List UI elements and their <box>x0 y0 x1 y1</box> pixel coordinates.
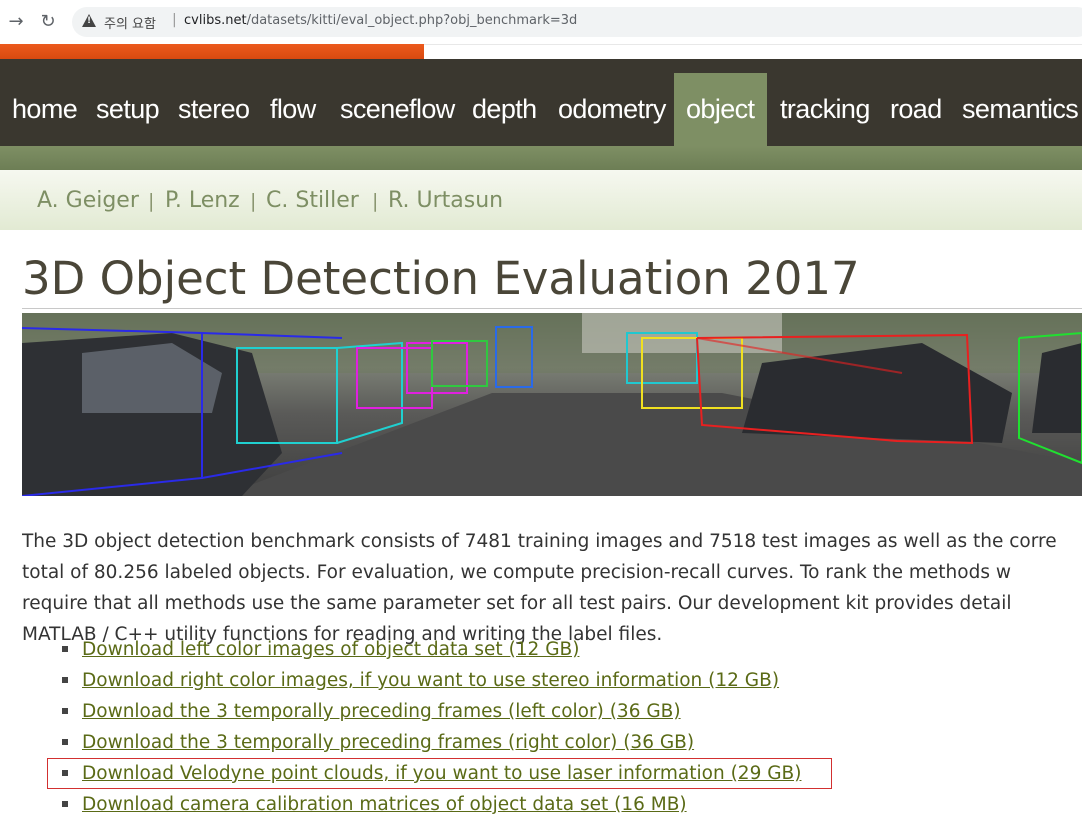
page-load-progress-bar <box>0 44 424 59</box>
download-prev-frames-left-link[interactable]: Download the 3 temporally preceding fram… <box>82 701 681 722</box>
site-navigation: home setup stereo flow sceneflow depth o… <box>0 59 1082 146</box>
bullet-icon <box>62 646 68 652</box>
nav-depth[interactable]: depth <box>460 73 549 146</box>
download-prev-frames-right-link[interactable]: Download the 3 temporally preceding fram… <box>82 732 694 753</box>
nav-tracking[interactable]: tracking <box>768 73 882 146</box>
authors-band: A. Geiger | P. Lenz | C. Stiller | R. Ur… <box>0 170 1082 230</box>
author-urtasun[interactable]: R. Urtasun <box>388 188 503 213</box>
downloads-list: Download left color images of object dat… <box>60 634 801 820</box>
author-separator: | <box>148 190 155 212</box>
nav-road[interactable]: road <box>878 73 954 146</box>
author-separator: | <box>250 190 257 212</box>
url-separator: | <box>172 12 177 28</box>
nav-flow[interactable]: flow <box>258 73 328 146</box>
nav-semantics[interactable]: semantics <box>950 73 1082 146</box>
description-line: total of 80.256 labeled objects. For eva… <box>22 561 1011 583</box>
nav-sceneflow[interactable]: sceneflow <box>328 73 467 146</box>
url-text[interactable]: cvlibs.net/datasets/kitti/eval_object.ph… <box>184 13 577 28</box>
list-item: Download camera calibration matrices of … <box>60 789 801 820</box>
list-item: Download right color images, if you want… <box>60 665 801 696</box>
nav-home[interactable]: home <box>0 73 89 146</box>
nav-stereo[interactable]: stereo <box>166 73 261 146</box>
url-field[interactable]: 주의 요함 | cvlibs.net/datasets/kitti/eval_o… <box>72 7 1082 37</box>
description-line: The 3D object detection benchmark consis… <box>22 530 1057 552</box>
benchmark-description: The 3D object detection benchmark consis… <box>22 526 1082 650</box>
forward-arrow-icon[interactable]: → <box>6 12 26 32</box>
velodyne-highlight-box <box>47 758 832 789</box>
warning-icon[interactable] <box>82 14 96 27</box>
author-geiger[interactable]: A. Geiger <box>37 188 139 213</box>
benchmark-banner-image <box>22 313 1082 496</box>
download-left-color-link[interactable]: Download left color images of object dat… <box>82 639 579 660</box>
download-right-color-link[interactable]: Download right color images, if you want… <box>82 670 779 691</box>
description-line: require that all methods use the same pa… <box>22 592 1012 614</box>
detection-boxes-illustration <box>22 313 1082 496</box>
list-item: Download the 3 temporally preceding fram… <box>60 696 801 727</box>
reload-icon[interactable]: ↻ <box>38 12 58 32</box>
security-label[interactable]: 주의 요함 <box>104 13 156 32</box>
title-divider <box>22 308 1082 309</box>
browser-address-bar: → ↻ 주의 요함 | cvlibs.net/datasets/kitti/ev… <box>0 0 1082 45</box>
bullet-icon <box>62 739 68 745</box>
author-lenz[interactable]: P. Lenz <box>165 188 240 213</box>
url-host: cvlibs.net <box>184 13 247 28</box>
nav-odometry[interactable]: odometry <box>546 73 678 146</box>
bullet-icon <box>62 801 68 807</box>
bullet-icon <box>62 677 68 683</box>
nav-setup[interactable]: setup <box>84 73 171 146</box>
nav-object[interactable]: object <box>674 73 767 146</box>
url-path: /datasets/kitti/eval_object.php?obj_benc… <box>246 13 578 28</box>
page-title: 3D Object Detection Evaluation 2017 <box>22 252 860 305</box>
author-separator: | <box>372 190 379 212</box>
bullet-icon <box>62 708 68 714</box>
download-calibration-link[interactable]: Download camera calibration matrices of … <box>82 794 687 815</box>
subnav-bar <box>0 146 1082 170</box>
list-item: Download left color images of object dat… <box>60 634 801 665</box>
list-item: Download the 3 temporally preceding fram… <box>60 727 801 758</box>
author-stiller[interactable]: C. Stiller <box>266 188 359 213</box>
